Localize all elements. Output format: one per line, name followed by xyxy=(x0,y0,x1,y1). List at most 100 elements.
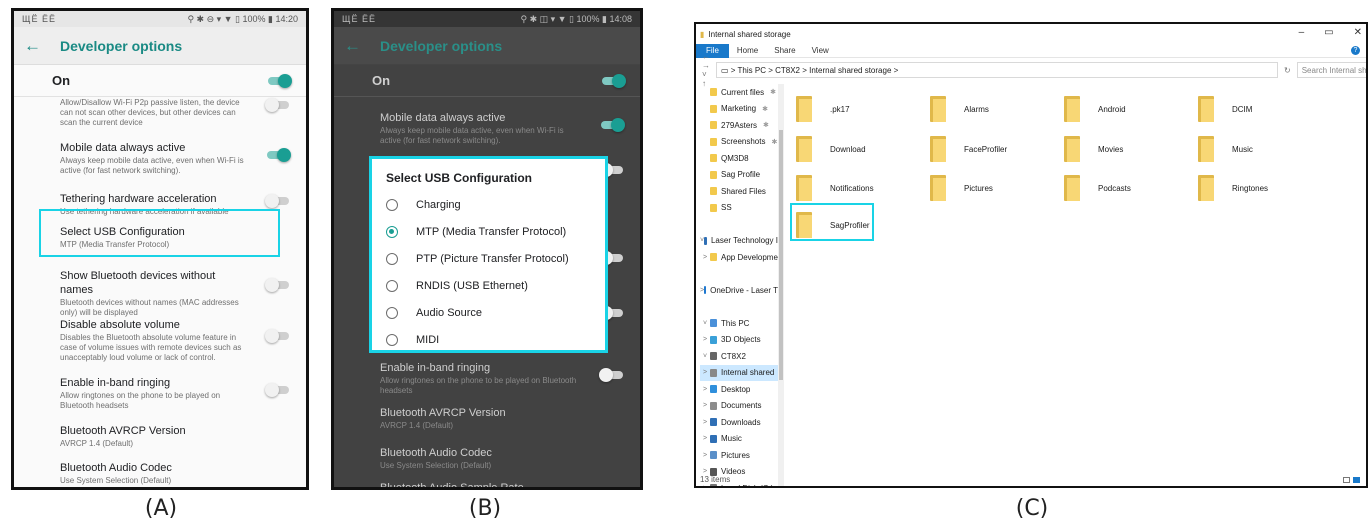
maximize-icon[interactable]: ▭ xyxy=(1324,27,1333,38)
developer-options-master-switch[interactable]: On xyxy=(334,65,640,97)
expand-chevron-icon[interactable]: > xyxy=(700,435,710,442)
setting-mobile-data-always-active[interactable]: Mobile data always active Always keep mo… xyxy=(334,111,640,146)
nav-item[interactable]: 279Asters ✱ xyxy=(700,117,778,134)
radio-icon[interactable] xyxy=(386,279,398,292)
back-arrow-icon[interactable]: ← xyxy=(24,36,52,56)
details-view-icon[interactable] xyxy=(1343,477,1350,483)
folder-item[interactable]: Download xyxy=(796,129,866,169)
wifi-p2p-toggle[interactable] xyxy=(265,98,289,112)
folder-item[interactable]: Movies xyxy=(1064,129,1123,169)
mobile-data-toggle[interactable] xyxy=(601,118,625,132)
usb-option-charging[interactable]: Charging xyxy=(372,191,605,218)
setting-mobile-data-always-active[interactable]: Mobile data always active Always keep mo… xyxy=(14,141,306,176)
help-icon[interactable]: ? xyxy=(1351,46,1360,55)
folder-item[interactable]: Music xyxy=(1198,129,1253,169)
setting-avrcp-version[interactable]: Bluetooth AVRCP Version AVRCP 1.4 (Defau… xyxy=(14,424,306,449)
nav-item[interactable]: > Pictures xyxy=(700,447,778,464)
setting-audio-codec[interactable]: Bluetooth Audio Codec Use System Selecti… xyxy=(334,446,640,471)
developer-options-master-switch[interactable]: On xyxy=(14,65,306,97)
absolute-volume-toggle[interactable] xyxy=(265,329,289,343)
nav-item[interactable]: ˅ This PC xyxy=(700,315,778,332)
master-toggle[interactable] xyxy=(268,73,292,88)
expand-chevron-icon[interactable]: > xyxy=(700,402,710,409)
in-band-ringing-toggle[interactable] xyxy=(599,368,623,382)
tethering-toggle[interactable] xyxy=(265,194,289,208)
nav-item[interactable]: > Downloads xyxy=(700,414,778,431)
bt-unnamed-toggle[interactable] xyxy=(265,278,289,292)
folder-item[interactable]: Alarms xyxy=(930,89,989,129)
radio-selected-icon[interactable] xyxy=(386,225,398,238)
expand-chevron-icon[interactable]: > xyxy=(700,419,710,426)
nav-item[interactable]: > Internal shared xyxy=(700,364,778,381)
usb-option-audio-source[interactable]: Audio Source xyxy=(372,299,605,326)
radio-icon[interactable] xyxy=(386,333,398,346)
back-arrow-icon[interactable]: ← xyxy=(344,36,372,56)
nav-item[interactable]: >3D Objects xyxy=(700,332,778,349)
setting-audio-codec[interactable]: Bluetooth Audio Codec Use System Selecti… xyxy=(14,461,306,486)
phone-icon xyxy=(710,352,717,361)
radio-icon[interactable] xyxy=(386,252,398,265)
expand-chevron-icon[interactable]: > xyxy=(700,485,710,486)
folder-item[interactable]: DCIM xyxy=(1198,89,1252,129)
setting-title: Mobile data always active xyxy=(380,112,506,124)
navigation-arrows-icon[interactable]: ← → ˅ ↑ xyxy=(702,52,710,88)
nav-item[interactable]: Marketing ✱ xyxy=(700,101,778,118)
nav-item[interactable]: Screenshots ✱ xyxy=(700,134,778,151)
setting-disable-absolute-volume[interactable]: Disable absolute volume Disables the Blu… xyxy=(14,318,306,363)
scrollbar-thumb[interactable] xyxy=(779,130,783,380)
minimize-icon[interactable]: – xyxy=(1299,27,1305,38)
usb-option-rndis[interactable]: RNDIS (USB Ethernet) xyxy=(372,272,605,299)
radio-icon[interactable] xyxy=(386,198,398,211)
in-band-ringing-toggle[interactable] xyxy=(265,383,289,397)
setting-select-usb-configuration[interactable]: Select USB Configuration MTP (Media Tran… xyxy=(14,225,306,250)
expand-chevron-icon[interactable]: > xyxy=(700,386,710,393)
folder-item[interactable]: Pictures xyxy=(930,168,993,208)
nav-item[interactable]: Current files ✱ xyxy=(700,84,778,101)
tab-home[interactable]: Home xyxy=(729,46,766,55)
setting-avrcp-version[interactable]: Bluetooth AVRCP Version AVRCP 1.4 (Defau… xyxy=(334,406,640,431)
search-input[interactable]: Search Internal sha... xyxy=(1296,62,1366,78)
tab-share[interactable]: Share xyxy=(766,46,803,55)
folder-item[interactable]: Podcasts xyxy=(1064,168,1131,208)
setting-in-band-ringing[interactable]: Enable in-band ringing Allow ringtones o… xyxy=(334,361,640,396)
nav-item[interactable]: > Desktop xyxy=(700,381,778,398)
usb-option-mtp[interactable]: MTP (Media Transfer Protocol) xyxy=(372,218,605,245)
usb-option-midi[interactable]: MIDI xyxy=(372,326,605,353)
nav-item[interactable]: > Documents xyxy=(700,398,778,415)
nav-item[interactable]: SS xyxy=(700,200,778,217)
folder-item[interactable]: .pk17 xyxy=(796,89,850,129)
expand-chevron-icon[interactable]: ˅ xyxy=(700,353,710,360)
tab-file[interactable]: File xyxy=(696,43,729,58)
nav-item[interactable]: Shared Files xyxy=(700,183,778,200)
setting-wifi-p2p-passive-listen[interactable]: Allow/Disallow Wi-Fi P2p passive listen,… xyxy=(14,97,306,128)
expand-chevron-icon[interactable]: > xyxy=(700,452,710,459)
nav-item[interactable]: ˅ CT8X2 xyxy=(700,348,778,365)
setting-audio-sample-rate[interactable]: Bluetooth Audio Sample Rate xyxy=(334,481,640,487)
refresh-icon[interactable]: ↻ xyxy=(1284,66,1291,75)
close-icon[interactable]: ✕ xyxy=(1354,27,1362,38)
expand-chevron-icon[interactable]: > xyxy=(700,254,710,261)
mobile-data-toggle[interactable] xyxy=(267,148,291,162)
tab-view[interactable]: View xyxy=(804,46,837,55)
nav-item[interactable]: ˅ Laser Technology I xyxy=(700,233,778,250)
folder-item[interactable]: Ringtones xyxy=(1198,168,1268,208)
expand-chevron-icon[interactable]: > xyxy=(700,369,710,376)
address-bar[interactable]: ▭ > This PC > CT8X2 > Internal shared st… xyxy=(716,62,1278,78)
nav-item[interactable]: Sag Profile xyxy=(700,167,778,184)
master-toggle[interactable] xyxy=(602,73,626,88)
folder-item[interactable]: Android xyxy=(1064,89,1126,129)
nav-item[interactable]: > Music xyxy=(700,431,778,448)
navigation-scrollbar[interactable] xyxy=(778,84,784,486)
radio-icon[interactable] xyxy=(386,306,398,319)
folder-item[interactable]: Notifications xyxy=(796,168,874,208)
nav-item[interactable]: > OneDrive - Laser T xyxy=(700,282,778,299)
setting-show-bluetooth-unnamed[interactable]: Show Bluetooth devices without names Blu… xyxy=(14,269,306,318)
nav-item[interactable]: > App Developme xyxy=(700,249,778,266)
nav-item[interactable]: QM3D8 xyxy=(700,150,778,167)
expand-chevron-icon[interactable]: > xyxy=(700,336,710,343)
large-icons-view-icon[interactable] xyxy=(1353,477,1360,483)
usb-option-ptp[interactable]: PTP (Picture Transfer Protocol) xyxy=(372,245,605,272)
folder-item[interactable]: FaceProfiler xyxy=(930,129,1007,169)
expand-chevron-icon[interactable]: ˅ xyxy=(700,320,710,327)
setting-in-band-ringing[interactable]: Enable in-band ringing Allow ringtones o… xyxy=(14,376,306,411)
